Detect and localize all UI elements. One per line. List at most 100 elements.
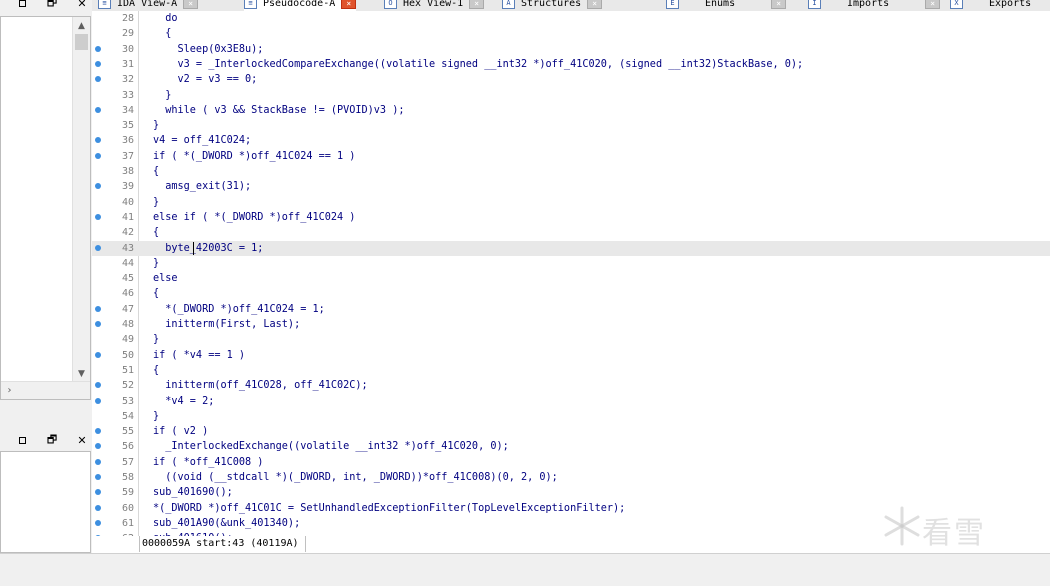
code-line[interactable]: 54} [92, 409, 1050, 424]
code-text[interactable]: else [153, 271, 178, 286]
code-line[interactable]: 36 v4 = off_41C024; [92, 133, 1050, 148]
code-text[interactable]: initterm(First, Last); [153, 317, 300, 332]
functions-horizontal-scrollbar[interactable]: › [1, 381, 90, 399]
code-line[interactable]: 29 { [92, 26, 1050, 41]
code-text[interactable]: { [153, 225, 159, 240]
code-line[interactable]: 28 do [92, 11, 1050, 26]
tab-close-icon[interactable]: × [587, 0, 603, 9]
code-text[interactable]: _InterlockedExchange((volatile __int32 *… [153, 439, 508, 454]
breakpoint-dot-icon[interactable] [95, 183, 101, 190]
breakpoint-dot-icon[interactable] [95, 305, 101, 312]
breakpoint-dot-icon[interactable] [95, 443, 101, 450]
code-line[interactable]: 35} [92, 118, 1050, 133]
code-line[interactable]: 44} [92, 256, 1050, 271]
tab-imports[interactable]: I Imports × [808, 0, 941, 11]
code-text[interactable]: *(_DWORD *)off_41C024 = 1; [153, 302, 324, 317]
code-line[interactable]: 56 _InterlockedExchange((volatile __int3… [92, 439, 1050, 454]
breakpoint-dot-icon[interactable] [95, 428, 101, 435]
code-text[interactable]: } [153, 256, 159, 271]
breakpoint-dot-icon[interactable] [95, 45, 101, 52]
code-text[interactable]: do [153, 11, 177, 26]
breakpoint-dot-icon[interactable] [95, 321, 101, 327]
breakpoint-dot-icon[interactable] [95, 519, 101, 526]
scroll-down-icon[interactable]: ▼ [73, 365, 90, 382]
restore-button[interactable]: 🗗 [44, 0, 60, 10]
code-text[interactable]: *v4 = 2; [153, 394, 214, 409]
code-text[interactable]: else if ( *(_DWORD *)off_41C024 ) [153, 210, 355, 225]
code-text[interactable]: if ( *v4 == 1 ) [153, 348, 245, 363]
code-text[interactable]: amsg_exit(31); [153, 179, 251, 194]
breakpoint-dot-icon[interactable] [95, 152, 101, 159]
code-line[interactable]: 41 else if ( *(_DWORD *)off_41C024 ) [92, 210, 1050, 225]
tab-exports[interactable]: X Exports [950, 0, 1031, 11]
code-line[interactable]: 45 else [92, 271, 1050, 286]
code-line[interactable]: 32 v2 = v3 == 0; [92, 72, 1050, 87]
tab-hex-view-1[interactable]: O Hex View-1 × [384, 0, 485, 11]
tab-enums[interactable]: E Enums × [666, 0, 787, 11]
code-line[interactable]: 50 if ( *v4 == 1 ) [92, 348, 1050, 363]
breakpoint-dot-icon[interactable] [95, 458, 101, 465]
code-text[interactable]: while ( v3 && StackBase != (PVOID)v3 ); [153, 103, 404, 118]
tab-ida-view-a[interactable]: ≡ IDA View-A × [98, 0, 199, 11]
code-text[interactable]: { [153, 164, 159, 179]
breakpoint-dot-icon[interactable] [95, 382, 101, 389]
tab-pseudocode-a[interactable]: ≡ Pseudocode-A × [244, 0, 357, 11]
lower-close-button[interactable]: ✕ [74, 433, 90, 447]
code-line[interactable]: 52 initterm(off_41C028, off_41C02C); [92, 378, 1050, 393]
pseudocode-view[interactable]: 28 do 29 {30 Sleep(0x3E8u); 31 v3 = _Inter… [92, 11, 1050, 536]
code-text[interactable]: sub_401A90(&unk_401340); [153, 516, 300, 531]
code-line[interactable]: 48 initterm(First, Last); [92, 317, 1050, 332]
code-text[interactable]: } [153, 332, 159, 347]
code-text[interactable]: initterm(off_41C028, off_41C02C); [153, 378, 367, 393]
breakpoint-dot-icon[interactable] [95, 489, 101, 496]
code-text[interactable]: if ( *(_DWORD *)off_41C024 == 1 ) [153, 149, 355, 164]
code-text[interactable]: byte_42003C = 1; [153, 241, 263, 256]
lower-maximize-button[interactable] [14, 433, 30, 447]
breakpoint-dot-icon[interactable] [95, 504, 101, 511]
breakpoint-dot-icon[interactable] [95, 76, 101, 83]
code-text[interactable]: ((void (__stdcall *)(_DWORD, int, _DWORD… [153, 470, 558, 485]
code-text[interactable]: } [153, 195, 159, 210]
scroll-right-icon[interactable]: › [1, 382, 18, 399]
code-text[interactable]: v2 = v3 == 0; [153, 72, 258, 87]
code-line[interactable]: 39 amsg_exit(31); [92, 179, 1050, 194]
tab-structures[interactable]: A Structures × [502, 0, 603, 11]
code-line[interactable]: 55 if ( v2 ) [92, 424, 1050, 439]
scroll-thumb[interactable] [75, 34, 88, 50]
code-line[interactable]: 47 *(_DWORD *)off_41C024 = 1; [92, 302, 1050, 317]
code-line[interactable]: 31 v3 = _InterlockedCompareExchange((vol… [92, 57, 1050, 72]
tab-close-icon[interactable]: × [341, 0, 357, 9]
code-line[interactable]: 30 Sleep(0x3E8u); [92, 42, 1050, 57]
code-line[interactable]: 60 *(_DWORD *)off_41C01C = SetUnhandledEx… [92, 501, 1050, 516]
code-line[interactable]: 46 { [92, 286, 1050, 301]
code-text[interactable]: } [153, 88, 171, 103]
functions-vertical-scrollbar[interactable]: ▲ ▼ [72, 17, 90, 382]
code-text[interactable]: v4 = off_41C024; [153, 133, 251, 148]
breakpoint-dot-icon[interactable] [95, 137, 101, 144]
code-text[interactable]: if ( v2 ) [153, 424, 208, 439]
breakpoint-dot-icon[interactable] [95, 213, 101, 220]
maximize-button[interactable] [14, 0, 30, 10]
code-text[interactable]: { [153, 26, 171, 41]
code-text[interactable]: v3 = _InterlockedCompareExchange((volati… [153, 57, 804, 72]
code-line[interactable]: 57 if ( *off_41C008 ) [92, 455, 1050, 470]
code-text[interactable]: } [153, 409, 159, 424]
breakpoint-dot-icon[interactable] [95, 351, 101, 358]
code-text[interactable]: *(_DWORD *)off_41C01C = SetUnhandledExce… [153, 501, 625, 516]
breakpoint-dot-icon[interactable] [95, 244, 101, 251]
code-text[interactable]: if ( *off_41C008 ) [153, 455, 263, 470]
code-line[interactable]: 51 { [92, 363, 1050, 378]
tab-close-icon[interactable]: × [925, 0, 941, 9]
code-line[interactable]: 34 while ( v3 && StackBase != (PVOID)v3 … [92, 103, 1050, 118]
tab-close-icon[interactable]: × [771, 0, 787, 9]
code-line[interactable]: 49} [92, 332, 1050, 347]
code-line[interactable]: 37 if ( *(_DWORD *)off_41C024 == 1 ) [92, 149, 1050, 164]
breakpoint-dot-icon[interactable] [95, 106, 101, 113]
code-text[interactable]: sub_401690(); [153, 485, 233, 500]
code-line[interactable]: 33 } [92, 88, 1050, 103]
code-text[interactable]: { [153, 286, 159, 301]
breakpoint-dot-icon[interactable] [95, 60, 101, 67]
code-text[interactable]: } [153, 118, 159, 133]
code-line[interactable]: 53 *v4 = 2; [92, 394, 1050, 409]
code-text[interactable]: { [153, 363, 159, 378]
